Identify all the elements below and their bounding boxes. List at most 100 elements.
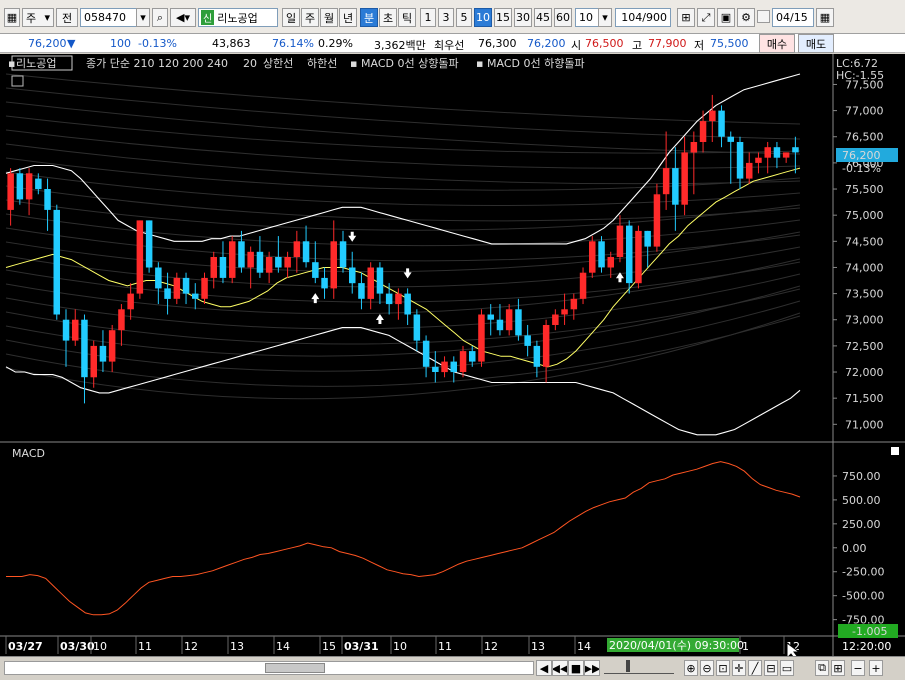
candle-body xyxy=(90,345,97,378)
speaker-icon[interactable]: ◀▾ xyxy=(170,8,196,27)
minute-5[interactable]: 5 xyxy=(456,8,472,27)
minute-15[interactable]: 15 xyxy=(494,8,512,27)
window-icon[interactable]: ▭ xyxy=(780,660,794,676)
interval-minute[interactable]: 분 xyxy=(360,8,378,27)
page-counter: 104/900 xyxy=(615,8,671,27)
signal-down-arrow-icon xyxy=(348,231,357,242)
line-tool-icon[interactable]: ╱ xyxy=(748,660,762,676)
candle-body xyxy=(238,241,245,268)
count-input[interactable]: 10 xyxy=(575,8,599,27)
price-axis-label: 75,000 xyxy=(845,209,884,222)
minute-3[interactable]: 3 xyxy=(438,8,454,27)
down-arrow-icon: ▼ xyxy=(67,37,76,50)
zoom-fit-icon[interactable]: ⊡ xyxy=(716,660,730,676)
calendar-icon[interactable]: ▦ xyxy=(816,8,834,27)
search-icon[interactable]: ⌕ xyxy=(152,8,168,27)
time-axis-label: 11 xyxy=(438,640,452,653)
price-chart[interactable]: 77,50077,00076,50076,00075,50075,00074,5… xyxy=(0,54,905,660)
chevron-down-icon[interactable]: ▾ xyxy=(598,8,612,27)
stop-icon[interactable]: ■ xyxy=(568,660,584,676)
grid-toggle-icon[interactable] xyxy=(11,75,24,87)
minute-10[interactable]: 10 xyxy=(474,8,492,27)
interval-year[interactable]: 년 xyxy=(339,8,357,27)
legend-faded-text: 종가 단순 210 120 200 240 xyxy=(86,57,228,70)
best-bid-label: 최우선 xyxy=(434,39,465,52)
open-price: 76,500 xyxy=(585,37,624,50)
open-label: 시 xyxy=(571,39,582,52)
legend-lower-band: 하한선 xyxy=(307,56,337,70)
minute-45[interactable]: 45 xyxy=(534,8,552,27)
candle-body xyxy=(173,277,181,299)
sell-button[interactable]: 매도 xyxy=(798,34,834,53)
stock-code-input[interactable]: 058470 xyxy=(80,8,138,27)
credit-badge: 신 xyxy=(201,10,215,25)
crosshair-icon[interactable]: ✛ xyxy=(732,660,746,676)
current-price: 76,200 xyxy=(28,37,67,50)
signal-up-arrow-icon xyxy=(375,314,384,325)
minus-icon[interactable]: − xyxy=(851,660,865,676)
candle-body xyxy=(432,366,439,372)
period-type-button[interactable]: 전 xyxy=(56,8,78,27)
macd-value-text: -1.005 xyxy=(852,625,887,638)
minute-60[interactable]: 60 xyxy=(554,8,572,27)
time-axis-label: 03/31 xyxy=(344,640,379,653)
grid-settings-icon[interactable]: ⊞ xyxy=(677,8,695,27)
scrollbar-thumb[interactable] xyxy=(265,663,325,673)
price-axis-label: 76,500 xyxy=(845,131,884,144)
zoom-slider-handle[interactable] xyxy=(626,660,630,672)
gear-icon[interactable]: ⚙ xyxy=(737,8,755,27)
date-input[interactable]: 04/15 xyxy=(772,8,814,27)
legend-macd-down: MACD 0선 하향돌파 xyxy=(487,56,585,70)
price-tag: 76,200 xyxy=(842,149,881,162)
minute-30[interactable]: 30 xyxy=(514,8,532,27)
zoom-out-icon[interactable]: ⊖ xyxy=(700,660,714,676)
restore-icon[interactable]: ⧉ xyxy=(815,660,829,676)
time-axis-label: 10 xyxy=(393,640,407,653)
time-axis-label: 03/27 xyxy=(8,640,43,653)
date-checkbox[interactable] xyxy=(757,10,770,23)
candle-body xyxy=(265,257,273,273)
plus-icon[interactable]: + xyxy=(869,660,883,676)
market-select[interactable]: 주 ▾ xyxy=(22,8,54,27)
candle-body xyxy=(201,277,208,299)
interval-day[interactable]: 일 xyxy=(282,8,300,27)
candle-body xyxy=(681,152,688,205)
interval-month[interactable]: 월 xyxy=(320,8,338,27)
minute-1[interactable]: 1 xyxy=(420,8,436,27)
horizontal-scrollbar[interactable] xyxy=(4,661,534,675)
last-page-icon[interactable]: ▶▶ xyxy=(584,660,600,676)
price-axis-label: 73,000 xyxy=(845,314,884,327)
chart-area[interactable]: 77,500 77,000 76,500 76,000 75,500 75,000 74,5… xyxy=(0,54,905,660)
candle-body xyxy=(644,230,651,247)
zoom-slider[interactable] xyxy=(604,660,674,674)
chart-type-icon[interactable]: ⊟ xyxy=(764,660,778,676)
candle-body xyxy=(478,314,485,362)
first-page-icon[interactable]: ◀◀ xyxy=(552,660,568,676)
candle-body xyxy=(413,314,421,341)
candle-body xyxy=(99,345,107,362)
candle-body xyxy=(469,351,476,362)
stock-name-field[interactable]: 신 리노공업 xyxy=(198,8,278,27)
buy-button[interactable]: 매수 xyxy=(759,34,795,53)
high-price: 77,900 xyxy=(648,37,687,50)
interval-second[interactable]: 초 xyxy=(379,8,397,27)
scroll-prev-icon[interactable]: ◀ xyxy=(536,660,552,676)
candle-body xyxy=(579,272,587,299)
price-axis-label: 75,500 xyxy=(845,183,884,196)
candle-body xyxy=(81,319,88,378)
zoom-in-icon[interactable]: ⊕ xyxy=(684,660,698,676)
interval-tick[interactable]: 틱 xyxy=(398,8,416,27)
background-guide-line xyxy=(5,246,801,288)
candle-body xyxy=(35,178,42,190)
save-icon[interactable]: ▣ xyxy=(717,8,735,27)
price-tag-pct: -0.13% xyxy=(842,162,881,175)
grid-icon[interactable]: ▦ xyxy=(4,8,20,27)
candle-body xyxy=(349,267,356,284)
candle-body xyxy=(256,251,264,273)
chevron-down-icon[interactable]: ▾ xyxy=(136,8,150,27)
layout-icon[interactable]: ⊞ xyxy=(831,660,845,676)
compare-icon[interactable]: ⤢ xyxy=(697,8,715,27)
interval-week[interactable]: 주 xyxy=(301,8,319,27)
panel-close-icon[interactable] xyxy=(891,447,899,455)
price-axis-label: 72,000 xyxy=(845,366,884,379)
